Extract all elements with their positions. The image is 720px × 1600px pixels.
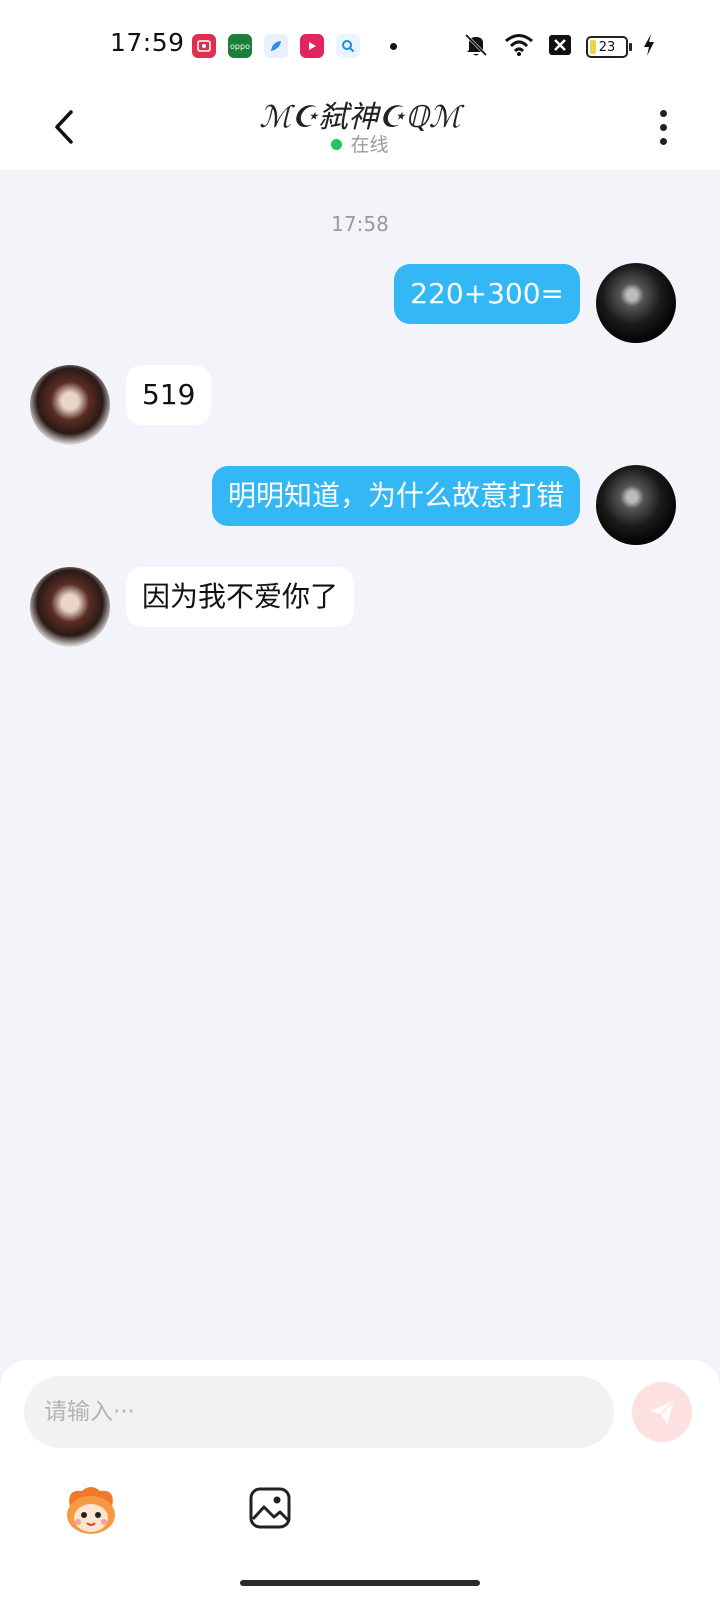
status-bar: 17:59 oppo 23 [0,0,720,86]
send-button[interactable] [632,1382,692,1442]
status-time: 17:59 [110,28,185,57]
message-input[interactable] [24,1376,614,1448]
oppo-icon: oppo [228,34,252,58]
online-status: 在线 [0,130,720,157]
feather-app-icon [264,34,288,58]
home-indicator[interactable] [240,1580,480,1586]
video-app-icon [300,34,324,58]
message-bubble-other[interactable]: 因为我不爱你了 [126,567,355,627]
no-sim-icon [548,34,572,60]
avatar-self[interactable] [596,263,676,343]
battery-icon: 23 [586,36,632,58]
message-bubble-self[interactable]: 明明知道，为什么故意打错 [211,466,580,526]
charging-icon [642,33,656,61]
image-picker-button[interactable] [247,1485,293,1531]
message-timestamp: 17:58 [331,212,389,236]
system-icons: 23 [462,32,656,62]
more-dot-icon [659,123,667,131]
more-options-button[interactable] [648,102,678,152]
more-dot-icon [659,109,667,117]
composer [0,1360,720,1600]
online-dot-icon [331,139,343,150]
send-icon [650,1400,675,1424]
image-icon [249,1487,291,1529]
message-bubble-other[interactable]: 519 [126,365,212,425]
screen-recorder-icon [192,34,216,58]
mute-bell-icon [462,32,490,62]
online-status-label: 在线 [350,134,389,156]
search-app-icon [336,34,360,58]
more-notifications-dot [390,42,397,50]
more-dot-icon [659,137,667,145]
avatar-contact[interactable] [30,365,110,445]
chat-message-list[interactable]: 17:58 220+300= 519 明明知道，为什么故意打错 因为我不爱你了 [0,170,720,1360]
message-bubble-self[interactable]: 220+300= [394,264,580,324]
wifi-icon [504,33,534,61]
mascot-emoji-icon[interactable] [62,1483,120,1535]
notification-icons: oppo [192,34,397,58]
battery-level: 23 [598,39,616,55]
avatar-self[interactable] [596,465,676,545]
chat-header: ℳ☪弑神☪ℚℳ 在线 [0,86,720,170]
avatar-contact[interactable] [30,567,110,647]
oppo-icon-label: oppo [230,41,250,51]
